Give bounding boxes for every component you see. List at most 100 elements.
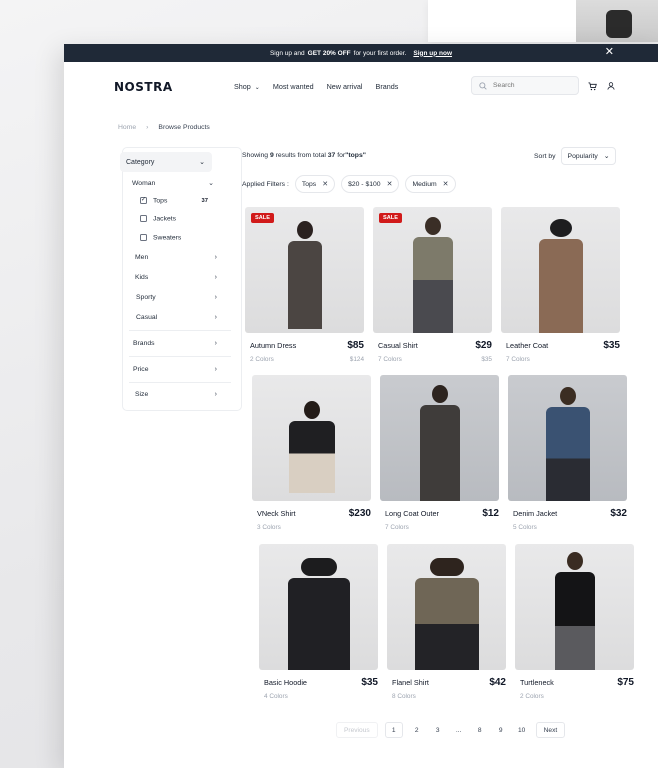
user-icon[interactable]: [607, 82, 615, 90]
product-name[interactable]: Flanel Shirt: [392, 678, 429, 687]
cart-icon[interactable]: [588, 82, 597, 91]
casual-label: Casual: [136, 314, 158, 321]
product-name[interactable]: VNeck Shirt: [257, 509, 296, 518]
model-figure: [287, 558, 350, 670]
chevron-right-icon: ›: [214, 391, 217, 398]
promo-text-bold: GET 20% OFF: [307, 49, 351, 57]
pagination: Previous 1 2 3 ... 8 9 10 Next: [336, 722, 566, 738]
product-card[interactable]: VNeck Shirt $230 3 Colors: [252, 375, 374, 531]
next-button[interactable]: Next: [535, 722, 566, 738]
product-card[interactable]: Denim Jacket $32 5 Colors: [508, 375, 630, 531]
results-for: for: [337, 152, 346, 159]
search-box[interactable]: [471, 76, 579, 95]
chevron-right-icon: ›: [146, 124, 149, 131]
search-input[interactable]: [493, 82, 573, 89]
close-icon[interactable]: ✕: [443, 180, 449, 188]
close-icon[interactable]: ✕: [605, 47, 614, 58]
nav-most-wanted[interactable]: Most wanted: [273, 82, 314, 91]
page-10[interactable]: 10: [515, 722, 529, 738]
product-name[interactable]: Leather Coat: [506, 341, 548, 350]
checkbox-icon[interactable]: [140, 234, 147, 241]
product-image[interactable]: [259, 544, 378, 670]
product-price: $29: [475, 340, 492, 351]
product-name[interactable]: Long Coat Outer: [385, 509, 439, 518]
filter-sweaters[interactable]: Sweaters: [140, 234, 208, 241]
sort-select[interactable]: Popularity ⌄: [560, 147, 617, 165]
group-casual[interactable]: Casual ›: [136, 314, 217, 321]
page-3[interactable]: 3: [431, 722, 445, 738]
chevron-down-icon: ⌄: [199, 159, 205, 166]
results-query: "tops": [345, 152, 366, 159]
brands-label: Brands: [133, 340, 155, 347]
filter-chip[interactable]: Medium ✕: [405, 175, 456, 193]
product-image[interactable]: [501, 207, 620, 333]
close-icon[interactable]: ✕: [387, 180, 393, 188]
product-card[interactable]: Basic Hoodie $35 4 Colors: [259, 544, 381, 700]
group-men[interactable]: Men ›: [135, 254, 217, 261]
men-label: Men: [135, 254, 149, 261]
section-price[interactable]: Price ›: [133, 366, 217, 373]
product-name[interactable]: Autumn Dress: [250, 341, 296, 350]
product-card[interactable]: SALE Casual Shirt $29 7 Colors $35: [373, 207, 495, 363]
page-1[interactable]: 1: [384, 722, 403, 738]
category-toggle[interactable]: Category ⌄: [120, 152, 212, 172]
page-2[interactable]: 2: [410, 722, 424, 738]
section-size[interactable]: Size ›: [135, 391, 217, 398]
page-9[interactable]: 9: [494, 722, 508, 738]
checkbox-icon[interactable]: [140, 215, 147, 222]
chevron-down-icon: ⌄: [254, 85, 260, 91]
woman-toggle[interactable]: Woman ⌄: [132, 179, 214, 188]
model-figure: [538, 219, 583, 333]
chip-label: Tops: [301, 180, 317, 188]
promo-signup-link[interactable]: Sign up now: [413, 50, 452, 57]
tops-count: 37: [201, 197, 208, 204]
product-name[interactable]: Denim Jacket: [513, 509, 557, 518]
group-kids[interactable]: Kids ›: [135, 274, 217, 281]
chevron-right-icon: ›: [214, 294, 217, 301]
product-card[interactable]: Leather Coat $35 7 Colors: [501, 207, 623, 363]
sale-badge: SALE: [251, 213, 274, 223]
product-image[interactable]: [380, 375, 499, 501]
product-image[interactable]: SALE: [373, 207, 492, 333]
nav-new-arrival[interactable]: New arrival: [327, 82, 363, 91]
filter-tops[interactable]: Tops 37: [140, 196, 208, 204]
background-window-preview: [428, 0, 658, 42]
sort-label: Sort by: [534, 152, 556, 160]
product-image[interactable]: [508, 375, 627, 501]
nav-shop-label: Shop: [234, 82, 251, 91]
page-8[interactable]: 8: [473, 722, 487, 738]
close-icon[interactable]: ✕: [322, 180, 328, 188]
checkbox-icon[interactable]: [140, 196, 147, 204]
product-card[interactable]: Long Coat Outer $12 7 Colors: [380, 375, 502, 531]
sort-value: Popularity: [567, 152, 598, 160]
product-name[interactable]: Basic Hoodie: [264, 678, 307, 687]
filter-chip[interactable]: Tops ✕: [294, 175, 336, 193]
breadcrumb-home[interactable]: Home: [118, 124, 136, 131]
product-name[interactable]: Casual Shirt: [378, 341, 418, 350]
product-colors: 7 Colors: [506, 356, 530, 363]
product-card[interactable]: Turtleneck $75 2 Colors: [515, 544, 637, 700]
promo-text-pre: Sign up and: [269, 49, 305, 57]
group-sporty[interactable]: Sporty ›: [136, 294, 217, 301]
chip-label: $20 - $100: [348, 180, 381, 188]
model-figure: [545, 387, 590, 501]
product-price: $85: [347, 340, 364, 351]
breadcrumb: Home › Browse Products: [118, 124, 210, 131]
previous-button[interactable]: Previous: [336, 722, 378, 738]
nav-shop[interactable]: Shop ⌄: [234, 82, 260, 91]
product-card[interactable]: SALE Autumn Dress $85 2 Colors $124: [245, 207, 367, 363]
filter-chip[interactable]: $20 - $100 ✕: [341, 175, 400, 193]
product-image[interactable]: SALE: [245, 207, 364, 333]
product-image[interactable]: [252, 375, 371, 501]
filter-jackets[interactable]: Jackets: [140, 215, 208, 222]
product-card[interactable]: Flanel Shirt $42 8 Colors: [387, 544, 509, 700]
product-image[interactable]: [515, 544, 634, 670]
logo[interactable]: NOSTRA: [114, 80, 173, 94]
product-colors: 3 Colors: [257, 524, 281, 531]
product-name[interactable]: Turtleneck: [520, 678, 554, 687]
section-brands[interactable]: Brands ›: [133, 340, 217, 347]
product-image[interactable]: [387, 544, 506, 670]
product-colors: 8 Colors: [392, 693, 416, 700]
product-price: $35: [361, 677, 378, 688]
nav-brands[interactable]: Brands: [376, 82, 399, 91]
